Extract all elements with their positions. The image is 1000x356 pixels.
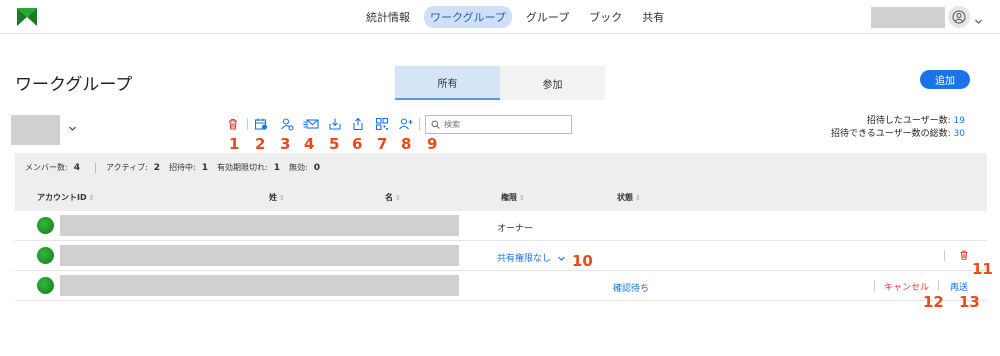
table-row[interactable]: オーナー: [15, 211, 987, 241]
search-input[interactable]: [444, 120, 564, 129]
user-icon: [952, 10, 966, 24]
column-header-last-name[interactable]: 姓 ⇕: [269, 192, 285, 203]
role-text: オーナー: [497, 224, 534, 234]
active-value: 2: [153, 162, 161, 173]
callout-4: 4: [304, 135, 315, 153]
callout-8: 8: [401, 135, 412, 153]
status-text: 確認待ち: [613, 284, 650, 294]
invalid-value: 0: [313, 162, 320, 173]
invited-count-value: 19: [953, 116, 965, 126]
chevron-down-icon[interactable]: [68, 118, 77, 137]
callout-13: 13: [959, 293, 980, 311]
user-avatar-button[interactable]: [948, 6, 970, 28]
summary-divider: [94, 162, 96, 173]
row-action-divider: [944, 250, 945, 261]
qr-code-icon[interactable]: [373, 115, 391, 133]
callout-6: 6: [352, 135, 363, 153]
sort-icon[interactable]: ⇕: [635, 194, 641, 202]
app-logo[interactable]: [15, 5, 39, 29]
avatar: [37, 247, 54, 264]
callout-3: 3: [280, 135, 291, 153]
column-header-first-name[interactable]: 名 ⇕: [385, 192, 401, 203]
callout-1: 1: [229, 135, 240, 153]
expired-value: 1: [273, 162, 280, 173]
invite-capacity-value: 30: [953, 129, 965, 139]
callout-2: 2: [255, 135, 266, 153]
member-info-redacted: [60, 215, 459, 236]
cancel-invite-button[interactable]: キャンセル: [884, 280, 929, 293]
nav-item-stats[interactable]: 統計情報: [360, 6, 416, 28]
member-info-redacted: [60, 245, 459, 266]
role-dropdown[interactable]: 共有権限なし: [497, 251, 566, 264]
callout-5: 5: [329, 135, 340, 153]
inviting-value: 1: [201, 162, 209, 173]
chevron-down-icon[interactable]: [557, 254, 566, 263]
upload-icon[interactable]: [349, 115, 367, 133]
tab-joined[interactable]: 参加: [500, 66, 605, 100]
inviting-label: 招待中:: [169, 163, 196, 172]
main-nav: 統計情報 ワークグループ グループ ブック 共有: [360, 6, 670, 28]
add-user-icon[interactable]: [397, 115, 415, 133]
toolbar-divider: [419, 118, 420, 130]
members-table: メンバー数: 4 アクティブ: 2 招待中: 1 有効期限切れ: 1 無効: 0 アカウン…: [15, 153, 993, 311]
top-bar: 統計情報 ワークグループ グループ ブック 共有: [0, 0, 1000, 34]
callout-12: 12: [923, 293, 944, 311]
role-dropdown-label: 共有権限なし: [497, 254, 552, 264]
workgroup-selector-redacted[interactable]: [11, 115, 60, 145]
search-box[interactable]: [425, 115, 572, 134]
avatar: [37, 217, 54, 234]
table-row[interactable]: 確認待ち キャンセル 再送 12 13: [15, 271, 987, 311]
column-label: アカウントID: [37, 193, 87, 202]
chevron-down-icon[interactable]: [974, 11, 983, 30]
column-header-account-id[interactable]: アカウントID ⇕: [37, 192, 95, 203]
invite-stats: 招待したユーザー数: 19 招待できるユーザー数の総数: 30: [831, 115, 965, 141]
invited-count-label: 招待したユーザー数:: [866, 116, 951, 126]
table-header: アカウントID ⇕ 姓 ⇕ 名 ⇕ 権限 ⇕ 状態 ⇕: [15, 182, 987, 211]
add-button[interactable]: 追加: [920, 70, 970, 89]
toolbar-divider: [247, 118, 248, 130]
invite-capacity-label: 招待できるユーザー数の総数:: [830, 129, 951, 139]
member-summary: メンバー数: 4 アクティブ: 2 招待中: 1 有効期限切れ: 1 無効: 0: [15, 153, 987, 182]
nav-item-book[interactable]: ブック: [583, 6, 628, 28]
column-header-status[interactable]: 状態 ⇕: [617, 192, 641, 203]
ownership-tabs: 所有 参加: [395, 66, 605, 100]
nav-item-group[interactable]: グループ: [520, 6, 575, 28]
sort-icon[interactable]: ⇕: [89, 194, 95, 202]
callout-10: 10: [572, 252, 593, 270]
row-action-divider: [938, 280, 939, 291]
avatar: [37, 277, 54, 294]
page: 統計情報 ワークグループ グループ ブック 共有 ワークグループ 所有 参加 追…: [0, 0, 1000, 356]
calendar-user-icon[interactable]: [252, 115, 270, 133]
trash-icon[interactable]: [958, 249, 970, 264]
sort-icon[interactable]: ⇕: [279, 194, 285, 202]
callout-7: 7: [377, 135, 388, 153]
search-icon: [431, 120, 440, 129]
user-link-icon[interactable]: [278, 115, 296, 133]
row-action-divider: [874, 280, 875, 291]
page-title: ワークグループ: [15, 75, 133, 95]
download-icon[interactable]: [326, 115, 344, 133]
members-value: 4: [73, 162, 80, 173]
sort-icon[interactable]: ⇕: [395, 194, 401, 202]
table-row[interactable]: 共有権限なし 10 11: [15, 241, 993, 278]
member-info-redacted: [60, 275, 459, 296]
column-label: 権限: [501, 193, 517, 202]
tab-owned[interactable]: 所有: [395, 66, 500, 100]
user-name-redacted: [871, 7, 945, 28]
invalid-label: 無効:: [289, 163, 308, 172]
expired-label: 有効期限切れ:: [217, 163, 268, 172]
nav-item-workgroup[interactable]: ワークグループ: [424, 6, 512, 28]
mail-list-icon[interactable]: [302, 115, 320, 133]
column-label: 姓: [269, 193, 277, 202]
members-label: メンバー数:: [25, 163, 68, 172]
callout-9: 9: [427, 135, 438, 153]
trash-icon[interactable]: [224, 115, 242, 133]
sort-icon[interactable]: ⇕: [519, 194, 525, 202]
active-label: アクティブ:: [105, 163, 148, 172]
column-label: 状態: [617, 193, 633, 202]
nav-item-share[interactable]: 共有: [636, 6, 670, 28]
column-header-role[interactable]: 権限 ⇕: [501, 192, 525, 203]
column-label: 名: [385, 193, 393, 202]
resend-invite-button[interactable]: 再送: [950, 280, 968, 293]
